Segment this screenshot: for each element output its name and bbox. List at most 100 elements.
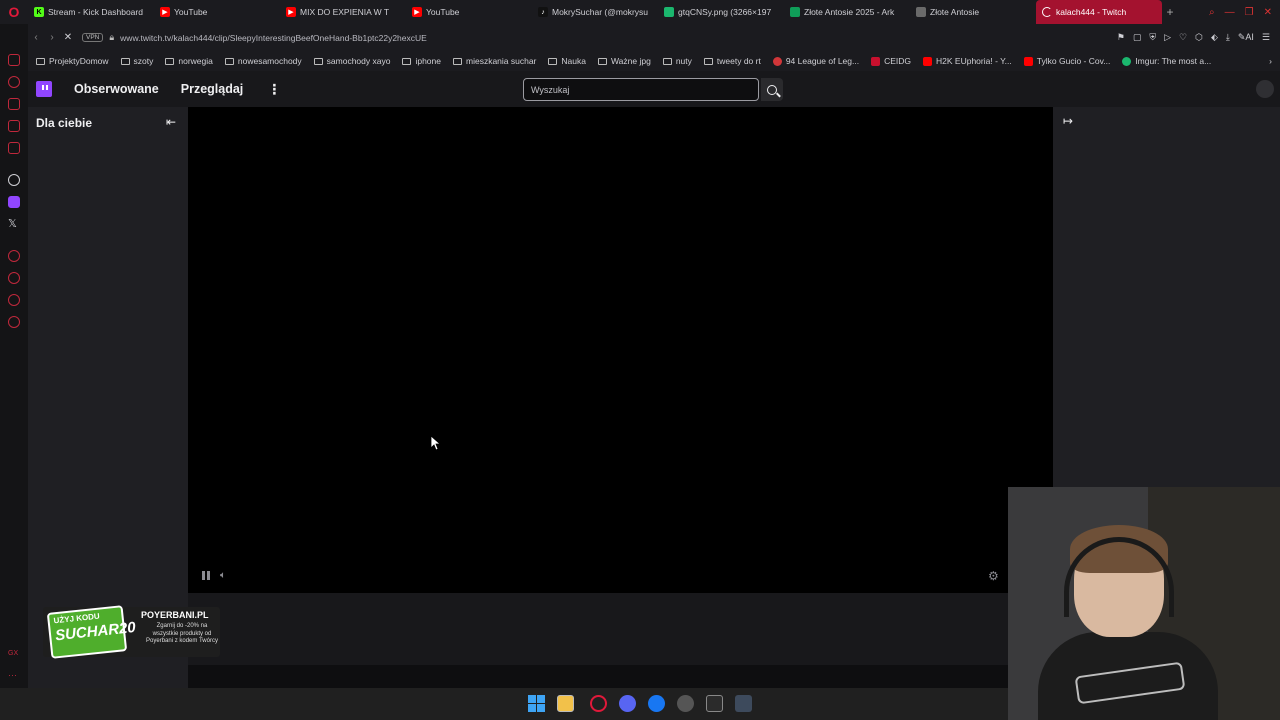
- download-icon[interactable]: ⤓: [1226, 32, 1230, 43]
- shield-icon[interactable]: ⛨: [1149, 32, 1156, 43]
- tab-label: Złote Antosie: [930, 7, 980, 17]
- folder-icon: [313, 57, 323, 65]
- maximize-icon[interactable]: ❐: [1245, 7, 1254, 18]
- tab-image[interactable]: gtqCNSy.png (3266×197: [658, 0, 784, 24]
- more-icon[interactable]: ···: [8, 670, 20, 682]
- new-tab-button[interactable]: +: [1162, 5, 1178, 19]
- tab-twitch-active[interactable]: kalach444 - Twitch: [1036, 0, 1162, 24]
- search-button[interactable]: [761, 78, 783, 101]
- webcam-overlay: [1008, 487, 1280, 720]
- windows-start-icon[interactable]: [528, 695, 545, 712]
- terminal-icon[interactable]: [706, 695, 723, 712]
- file-explorer-icon[interactable]: [557, 695, 574, 712]
- close-icon[interactable]: ✕: [1264, 7, 1272, 18]
- discord-icon[interactable]: [619, 695, 636, 712]
- tab-label: Stream - Kick Dashboard: [48, 7, 143, 17]
- x-icon[interactable]: 𝕏: [8, 218, 20, 230]
- chatgpt-icon[interactable]: [8, 174, 20, 186]
- bookmark-label: nowesamochody: [237, 56, 302, 66]
- bookmark-folder[interactable]: nowesamochody: [224, 56, 302, 66]
- messenger-icon[interactable]: [8, 120, 20, 132]
- sheets-icon: [790, 7, 800, 17]
- url-field[interactable]: www.twitch.tv/kalach444/clip/SleepyInter…: [120, 33, 427, 43]
- opera-icon[interactable]: [590, 695, 607, 712]
- gx-icon[interactable]: GX: [8, 650, 20, 662]
- bookmark-folder[interactable]: iphone: [402, 56, 441, 66]
- app-icon[interactable]: [677, 695, 694, 712]
- bookmark-folder[interactable]: norwegia: [165, 56, 213, 66]
- bookmark-label: samochody xayo: [326, 56, 391, 66]
- left-nav-title: Dla ciebie: [36, 116, 93, 130]
- bookmark-folder[interactable]: mieszkania suchar: [453, 56, 536, 66]
- search-tabs-icon[interactable]: ⌕: [1209, 7, 1215, 18]
- bookmark-link[interactable]: 94 League of Leg...: [772, 56, 859, 66]
- tab-youtube-2[interactable]: ▶ YouTube: [406, 0, 532, 24]
- bookmark-folder[interactable]: nuty: [662, 56, 692, 66]
- calculator-icon[interactable]: [735, 695, 752, 712]
- play-icon[interactable]: ▷: [1164, 32, 1171, 43]
- avatar[interactable]: [1256, 80, 1274, 98]
- back-icon[interactable]: ‹: [28, 32, 44, 43]
- minimize-icon[interactable]: —: [1225, 7, 1235, 18]
- bookmark-link[interactable]: H2K EUphoria! - Y...: [923, 56, 1012, 66]
- folder-icon: [224, 57, 234, 65]
- lock-icon[interactable]: 🔒︎: [109, 32, 114, 43]
- twitch-icon[interactable]: [8, 196, 20, 208]
- nav-following[interactable]: Obserwowane: [74, 82, 159, 96]
- folder-icon: [597, 57, 607, 65]
- bookmarks-overflow-icon[interactable]: ›: [1269, 56, 1280, 66]
- bookmark-link[interactable]: Imgur: The most a...: [1122, 56, 1211, 66]
- bottom-strip: [188, 665, 1008, 688]
- tab-mix-expienia[interactable]: ▶ MIX DO EXPIENIA W T: [280, 0, 406, 24]
- tab-youtube-1[interactable]: ▶ YouTube: [154, 0, 280, 24]
- bookmark-link[interactable]: Tylko Gucio - Cov...: [1023, 56, 1110, 66]
- extensions-icon[interactable]: [8, 294, 20, 306]
- bookmark-link[interactable]: CEIDG: [871, 56, 911, 66]
- nav-browse[interactable]: Przeglądaj: [181, 82, 244, 96]
- bookmark-folder[interactable]: samochody xayo: [313, 56, 391, 66]
- bookmark-folder[interactable]: tweety do rt: [703, 56, 761, 66]
- opera-logo-icon[interactable]: O: [0, 0, 28, 24]
- workspaces-icon[interactable]: [8, 54, 20, 66]
- tab-zlote-antosie-sheet[interactable]: Złote Antosie 2025 - Ark: [784, 0, 910, 24]
- gmail-icon[interactable]: [8, 142, 20, 154]
- wallet-icon[interactable]: ⬖: [1211, 32, 1218, 43]
- more-options-icon[interactable]: ⋮: [267, 81, 281, 98]
- gear-icon[interactable]: ⚙: [988, 569, 999, 583]
- search-input[interactable]: Wyszukaj: [523, 78, 759, 101]
- tab-label: gtqCNSy.png (3266×197: [678, 7, 772, 17]
- menu-icon[interactable]: ☰: [1262, 32, 1270, 43]
- vpn-badge[interactable]: VPN: [82, 33, 104, 42]
- youtube-icon: ▶: [160, 7, 170, 17]
- stop-loading-icon[interactable]: ✕: [60, 32, 76, 43]
- facebook-icon[interactable]: [648, 695, 665, 712]
- snapshot-icon[interactable]: ▢: [1133, 32, 1142, 43]
- collapse-left-icon[interactable]: ⇤: [166, 115, 176, 129]
- settings-icon[interactable]: [8, 316, 20, 328]
- tab-tiktok[interactable]: ♪ MokrySuchar (@mokrysu: [532, 0, 658, 24]
- forward-icon[interactable]: ›: [44, 32, 60, 43]
- windows-taskbar: [0, 688, 1008, 720]
- search-icon: [767, 84, 777, 95]
- bookmark-label: tweety do rt: [716, 56, 761, 66]
- bookmark-folder[interactable]: Nauka: [548, 56, 586, 66]
- extensions-icon[interactable]: ⬡: [1195, 32, 1203, 43]
- pause-icon[interactable]: [202, 571, 210, 580]
- bookmark-folder[interactable]: ProjektyDomow: [36, 56, 109, 66]
- video-player[interactable]: 🔈︎ ⚙: [188, 107, 1053, 593]
- bookmark-folder[interactable]: szoty: [120, 56, 153, 66]
- shopping-icon[interactable]: [8, 98, 20, 110]
- expand-right-icon[interactable]: ↦: [1063, 114, 1073, 128]
- bookmark-folder[interactable]: Ważne jpg: [597, 56, 651, 66]
- bookmark-icon[interactable]: ⚑: [1117, 32, 1125, 43]
- clock-icon[interactable]: [8, 272, 20, 284]
- tab-label: YouTube: [174, 7, 208, 17]
- heart-icon[interactable]: ♡: [1179, 32, 1187, 43]
- tab-kick-dashboard[interactable]: K Stream - Kick Dashboard: [28, 0, 154, 24]
- history-icon[interactable]: [8, 76, 20, 88]
- volume-icon[interactable]: 🔈︎: [220, 570, 226, 581]
- twitch-logo-icon[interactable]: [36, 81, 52, 97]
- player-icon[interactable]: [8, 250, 20, 262]
- ai-icon[interactable]: ✎AI: [1238, 32, 1254, 43]
- tab-zlote-antosie[interactable]: Złote Antosie: [910, 0, 1036, 24]
